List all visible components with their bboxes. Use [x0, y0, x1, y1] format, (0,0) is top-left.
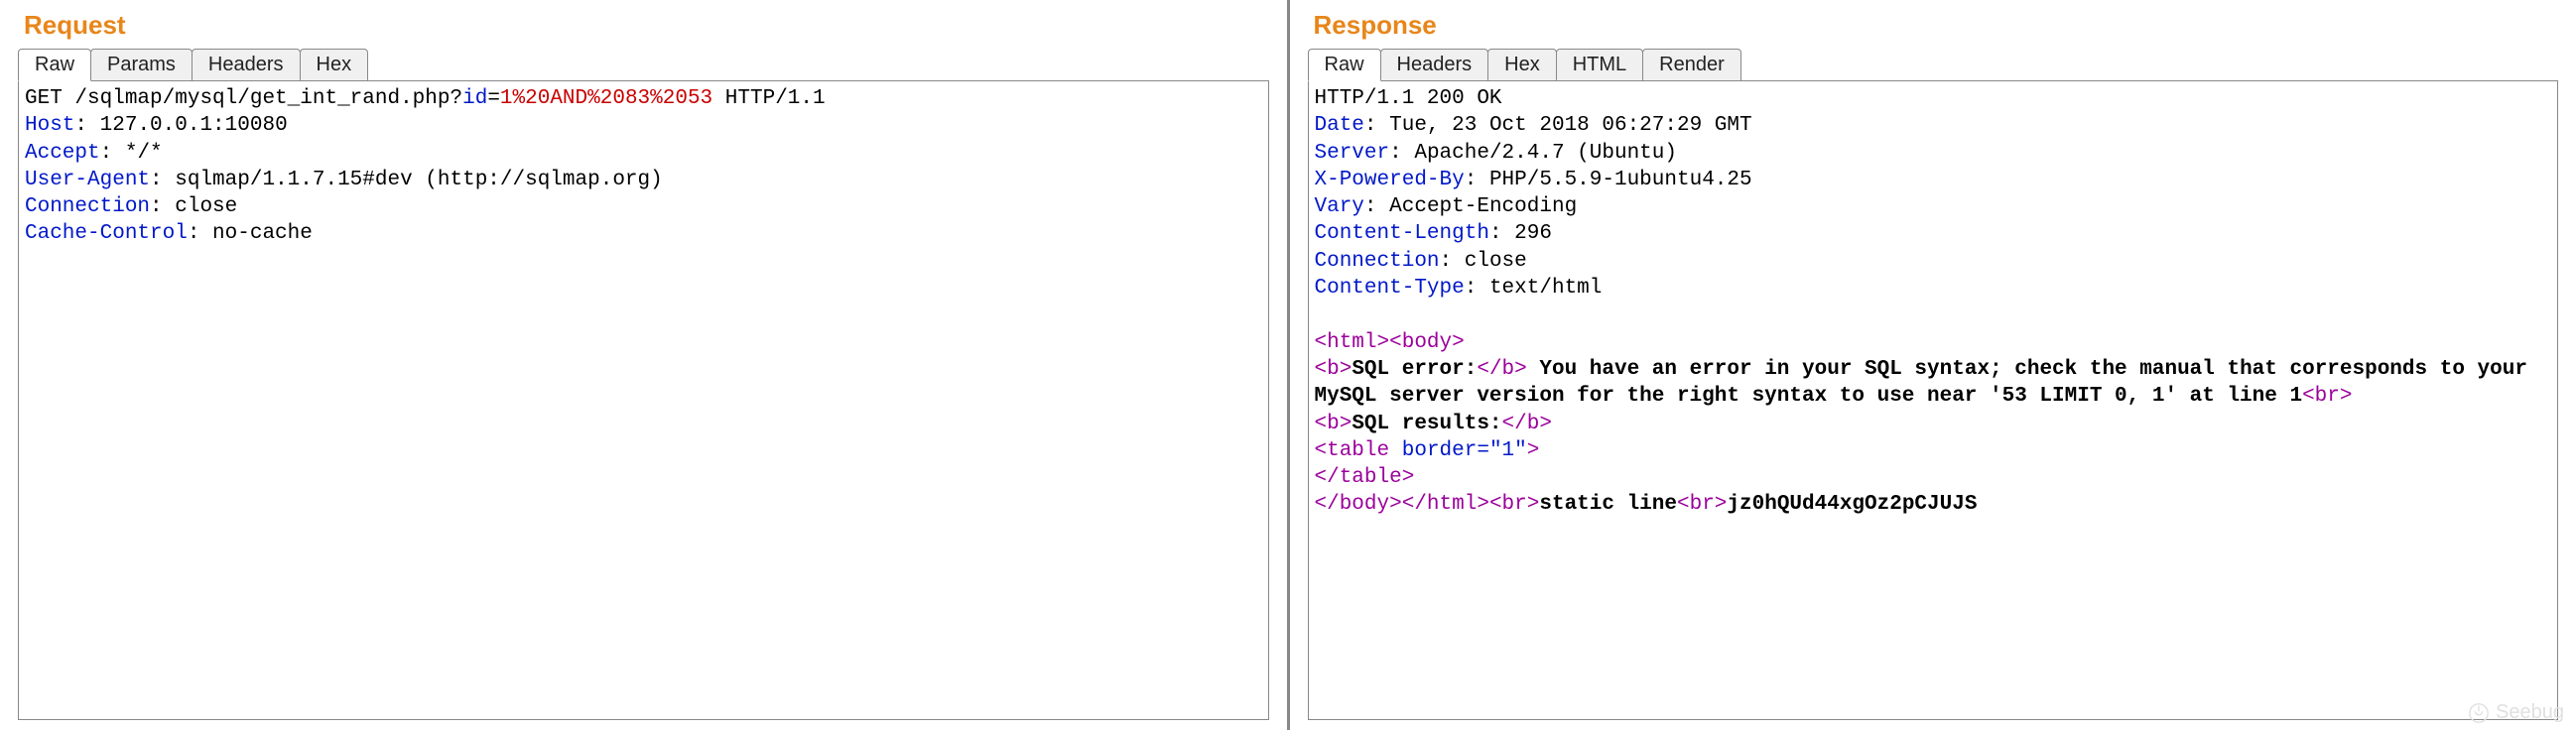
- request-raw-text[interactable]: GET /sqlmap/mysql/get_int_rand.php?id=1%…: [19, 81, 1268, 252]
- tab-resp-raw[interactable]: Raw: [1308, 49, 1381, 81]
- response-raw-text[interactable]: HTTP/1.1 200 OK Date: Tue, 23 Oct 2018 0…: [1309, 81, 2558, 523]
- request-title: Request: [18, 10, 1269, 41]
- tab-resp-render[interactable]: Render: [1642, 49, 1741, 81]
- tab-headers[interactable]: Headers: [192, 49, 301, 81]
- request-tabs: Raw Params Headers Hex: [18, 49, 1269, 81]
- response-pane: Response Raw Headers Hex HTML Render HTT…: [1290, 0, 2576, 730]
- request-content[interactable]: GET /sqlmap/mysql/get_int_rand.php?id=1%…: [18, 80, 1269, 720]
- request-pane: Request Raw Params Headers Hex GET /sqlm…: [0, 0, 1287, 730]
- response-tabs: Raw Headers Hex HTML Render: [1308, 49, 2559, 81]
- tab-hex[interactable]: Hex: [300, 49, 369, 81]
- response-title: Response: [1308, 10, 2559, 41]
- response-content[interactable]: HTTP/1.1 200 OK Date: Tue, 23 Oct 2018 0…: [1308, 80, 2559, 720]
- tab-resp-headers[interactable]: Headers: [1380, 49, 1489, 81]
- tab-resp-html[interactable]: HTML: [1556, 49, 1643, 81]
- tab-params[interactable]: Params: [90, 49, 193, 81]
- tab-raw[interactable]: Raw: [18, 49, 91, 81]
- tab-resp-hex[interactable]: Hex: [1487, 49, 1557, 81]
